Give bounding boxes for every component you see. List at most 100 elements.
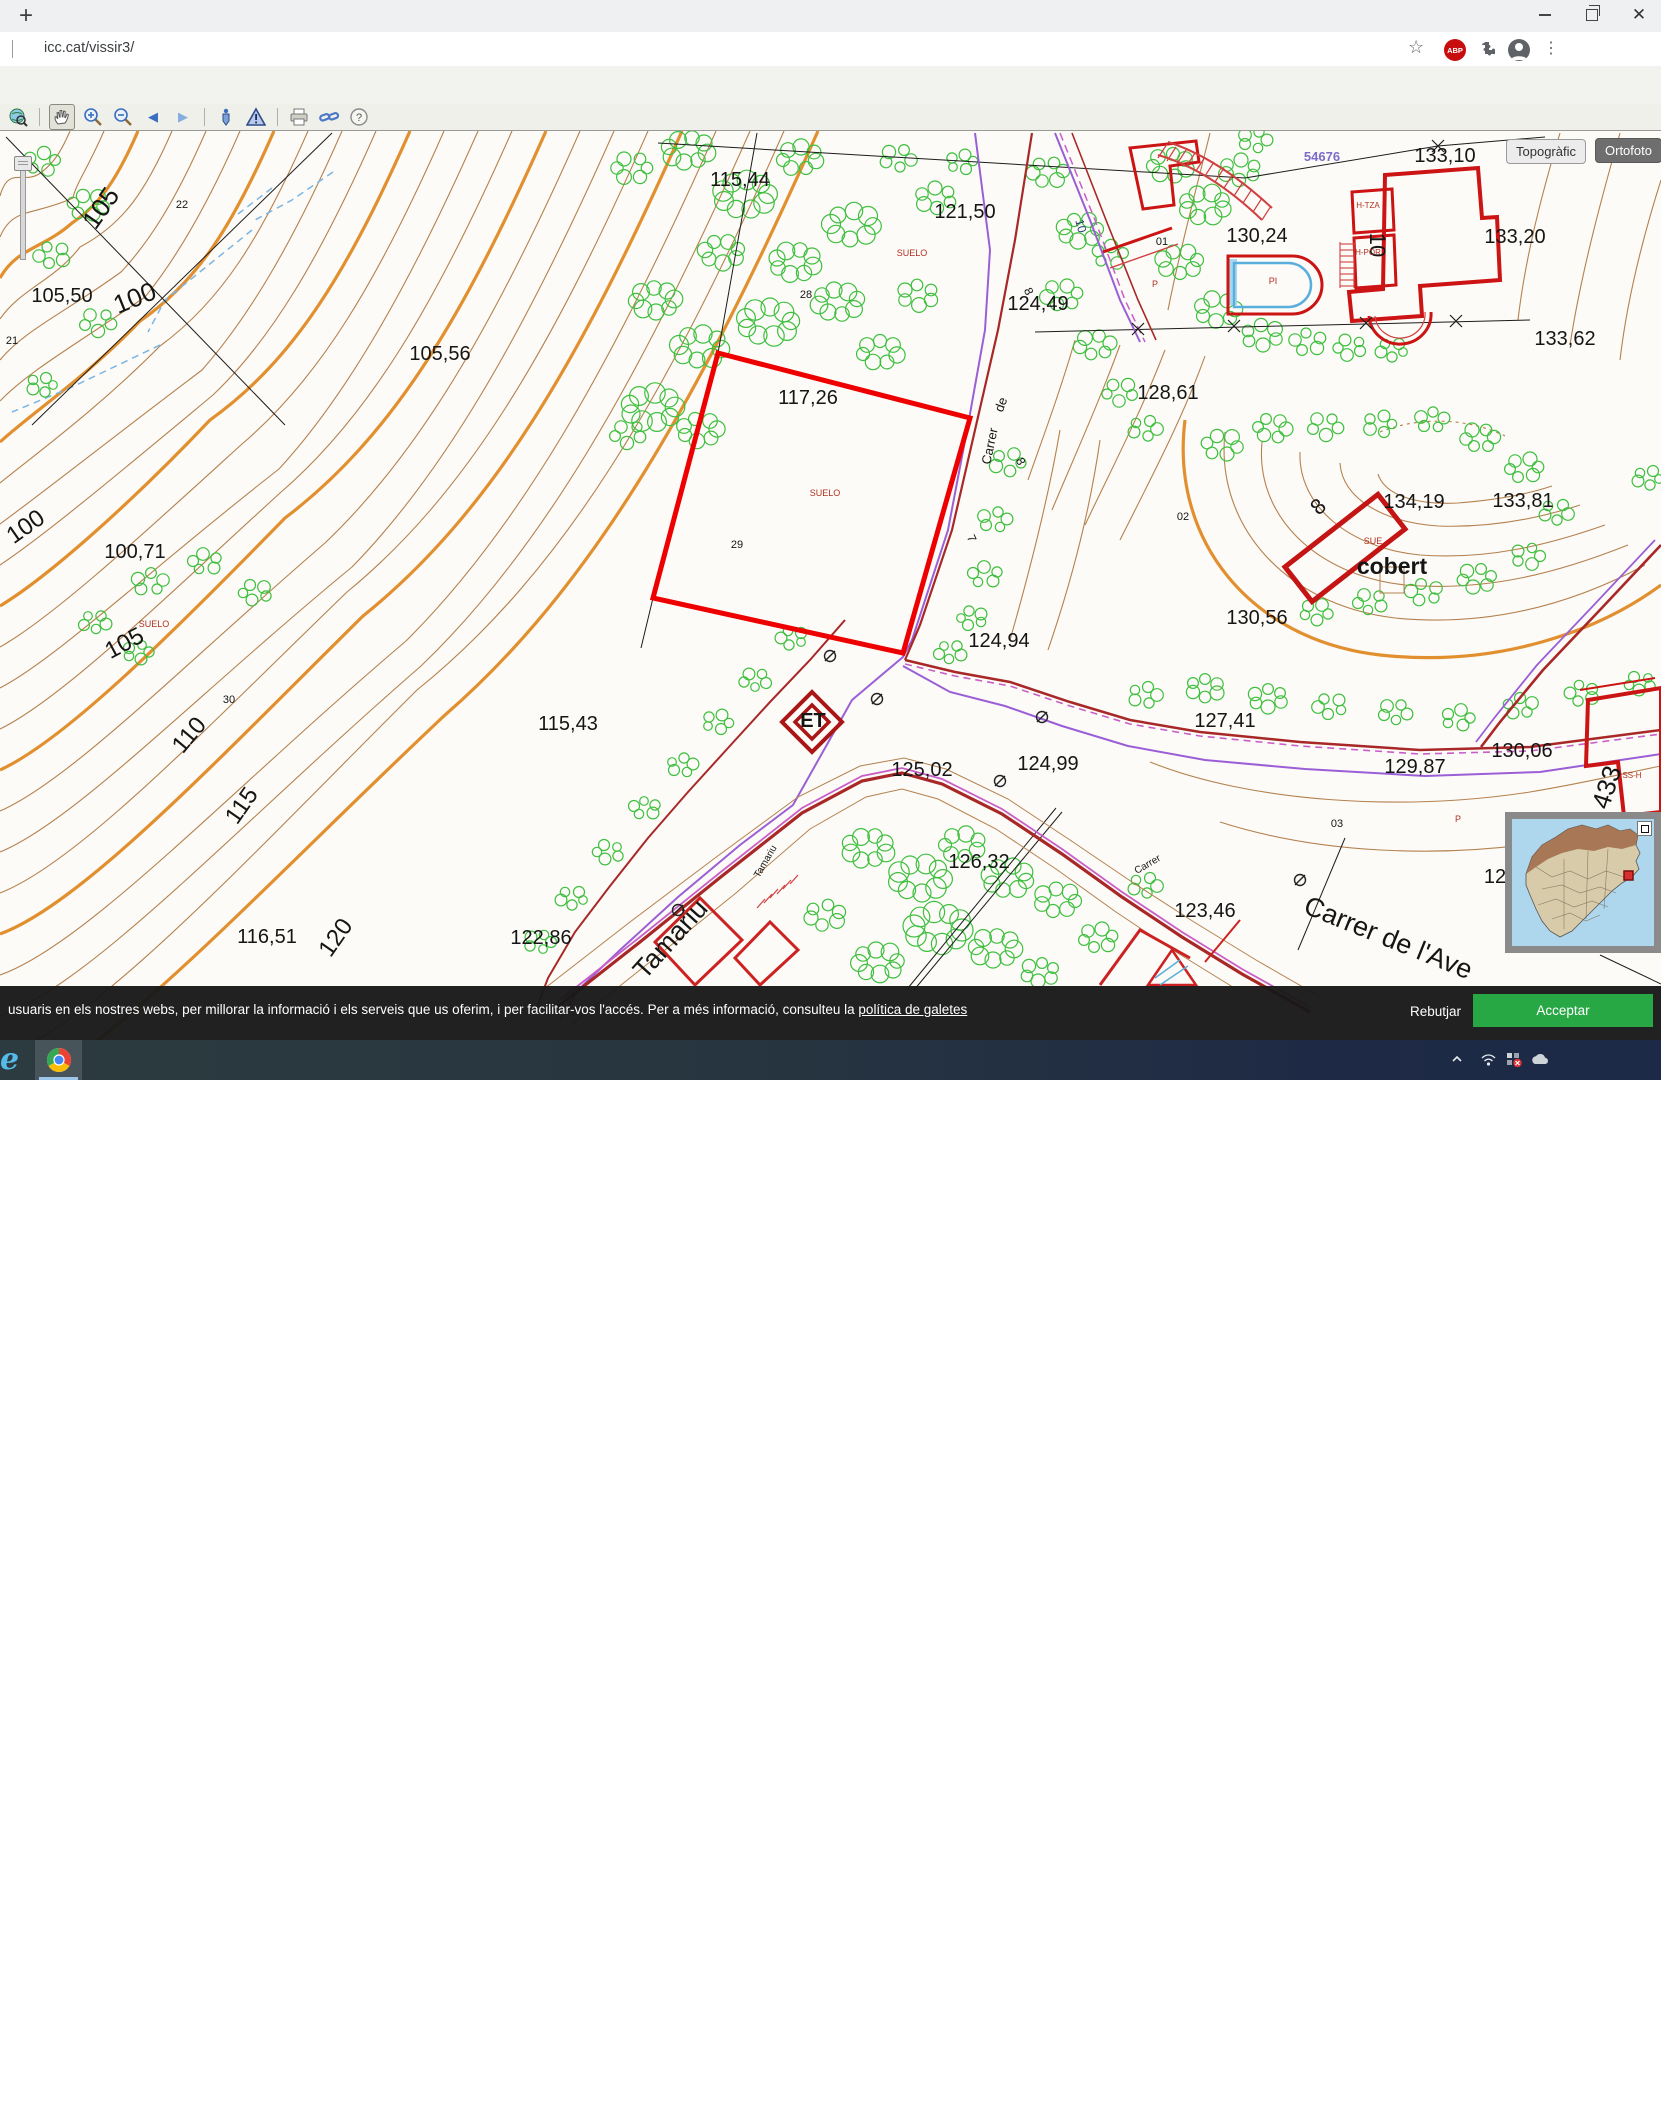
- sync-error-icon[interactable]: [1506, 1052, 1523, 1073]
- map-label: 134,19: [1383, 491, 1444, 513]
- zoom-slider-handle[interactable]: [14, 156, 32, 171]
- toolbar-separator: [204, 108, 205, 126]
- forward-arrow-glyph: ▶: [178, 109, 188, 125]
- chrome-taskbar-button[interactable]: [35, 1040, 82, 1080]
- map-label: 125,02: [891, 759, 952, 781]
- history-forward-icon[interactable]: ▶: [171, 105, 195, 129]
- map-label: 115,44: [710, 169, 770, 191]
- map-label: SUE: [1364, 536, 1383, 546]
- browser-menu-icon[interactable]: ⋮: [1543, 38, 1559, 58]
- layer-ortofoto-button[interactable]: Ortofoto: [1595, 138, 1661, 163]
- toolbar-separator: [277, 108, 278, 126]
- zoom-in-icon[interactable]: [81, 105, 105, 129]
- map-label: 121,50: [934, 201, 995, 223]
- windows-taskbar: e ESP 11:33 28/08/2020: [0, 1040, 1661, 1080]
- window-restore-button[interactable]: [1569, 0, 1615, 30]
- map-label: 117,26: [778, 387, 838, 409]
- internet-explorer-icon[interactable]: e: [0, 1042, 19, 1077]
- map-label: H-TZA: [1356, 201, 1380, 210]
- map-label: 02: [1177, 511, 1189, 523]
- zoom-slider[interactable]: [14, 156, 30, 260]
- minimize-icon: [1539, 14, 1551, 16]
- map-label: 21: [6, 335, 18, 347]
- identify-info-icon[interactable]: [214, 105, 238, 129]
- permalink-icon[interactable]: [317, 105, 341, 129]
- map-label: 105,56: [409, 343, 470, 365]
- map-label: 123,46: [1174, 900, 1235, 922]
- browser-address-bar: icc.cat/vissir3/ ☆ ABP ⋮: [0, 32, 1661, 67]
- map-label: 126,32: [948, 851, 1009, 873]
- url-input[interactable]: icc.cat/vissir3/: [44, 40, 134, 56]
- warning-icon[interactable]: [244, 105, 268, 129]
- close-icon: ✕: [1632, 5, 1646, 25]
- map-label: 12: [1484, 866, 1506, 888]
- overview-map-inset[interactable]: [1505, 812, 1661, 953]
- cookie-consent-bar: usuaris en els nostres webs, per millora…: [0, 986, 1661, 1040]
- map-label: P: [1455, 814, 1461, 824]
- window-close-button[interactable]: ✕: [1616, 0, 1661, 30]
- chrome-icon: [46, 1047, 72, 1073]
- map-label: SUELO: [897, 248, 928, 258]
- map-label: 133,20: [1484, 226, 1545, 248]
- zoom-slider-track[interactable]: [20, 160, 26, 260]
- cookie-policy-link[interactable]: política de galetes: [858, 1002, 967, 1017]
- wifi-icon[interactable]: [1480, 1052, 1497, 1072]
- map-label: 130,56: [1226, 607, 1287, 629]
- map-label: 30: [223, 694, 235, 706]
- taskbar-clock[interactable]: 11:33 28/08/2020: [1590, 2084, 1654, 2114]
- map-label: 115,43: [538, 713, 598, 735]
- map-label: SS-H: [1622, 771, 1641, 780]
- browser-tab-strip: + ✕: [0, 0, 1661, 33]
- layer-topografic-button[interactable]: Topogràfic: [1506, 139, 1586, 164]
- clock-date: 28/08/2020: [1590, 2099, 1654, 2114]
- map-label: 100,71: [104, 541, 165, 563]
- map-label: 130,06: [1491, 740, 1552, 762]
- map-label: 127,41: [1194, 710, 1255, 732]
- map-label: SUELO: [139, 619, 170, 629]
- cookie-accept-button[interactable]: Acceptar: [1473, 994, 1653, 1027]
- url-cursor: [12, 40, 13, 58]
- map-label: 105,50: [31, 285, 92, 307]
- map-label: H-POR: [1355, 248, 1381, 257]
- map-label: 122,86: [510, 927, 571, 949]
- help-icon[interactable]: ?: [347, 105, 371, 129]
- adblock-extension-icon[interactable]: ABP: [1444, 39, 1466, 61]
- print-icon[interactable]: [287, 105, 311, 129]
- map-label: 28: [800, 289, 812, 301]
- map-label: 128,61: [1137, 382, 1198, 404]
- new-tab-button[interactable]: +: [12, 2, 40, 30]
- bookmark-star-icon[interactable]: ☆: [1408, 37, 1424, 58]
- inset-location-marker: [1624, 871, 1633, 880]
- onedrive-cloud-icon[interactable]: [1530, 1052, 1550, 1071]
- cookie-reject-button[interactable]: Rebutjar: [1396, 998, 1475, 1025]
- back-arrow-glyph: ◀: [148, 109, 158, 125]
- map-label: PI: [1269, 276, 1278, 286]
- map-toolbar: ◀ ▶ ?: [0, 104, 1661, 131]
- tray-chevron-icon[interactable]: [1450, 1052, 1464, 1071]
- map-label: 22: [176, 199, 188, 211]
- map-label: SUELO: [810, 488, 841, 498]
- keyboard-language-indicator[interactable]: ESP: [1556, 2092, 1582, 2107]
- profile-avatar-icon[interactable]: [1508, 39, 1530, 61]
- map-label: 129,87: [1384, 756, 1445, 778]
- overview-zoom-icon[interactable]: [6, 105, 30, 129]
- restore-icon: [1586, 9, 1598, 21]
- inset-expand-button[interactable]: [1637, 821, 1652, 836]
- map-label: 124,49: [1007, 293, 1068, 315]
- icgc-header: ICGC Institut Cartogràfic i Geològic de …: [0, 66, 1661, 105]
- map-viewport[interactable]: 115,44 121,50 124,49 105,50 105,56 117,26 128,…: [0, 131, 1661, 1040]
- cookie-message-text: usuaris en els nostres webs, per millora…: [8, 1002, 858, 1017]
- map-label: 130,24: [1226, 225, 1287, 247]
- window-minimize-button[interactable]: [1522, 0, 1568, 30]
- history-back-icon[interactable]: ◀: [141, 105, 165, 129]
- zoom-out-icon[interactable]: [111, 105, 135, 129]
- map-label: 124,94: [968, 630, 1029, 652]
- toolbar-separator: [39, 108, 40, 126]
- extensions-puzzle-icon[interactable]: [1477, 40, 1497, 65]
- map-label: cobert: [1357, 553, 1428, 579]
- pan-hand-icon[interactable]: [49, 104, 75, 130]
- clock-time: 11:33: [1590, 2084, 1654, 2099]
- map-label: 01: [1156, 236, 1168, 248]
- map-label: 116,51: [237, 926, 297, 948]
- map-label: ET: [800, 710, 826, 732]
